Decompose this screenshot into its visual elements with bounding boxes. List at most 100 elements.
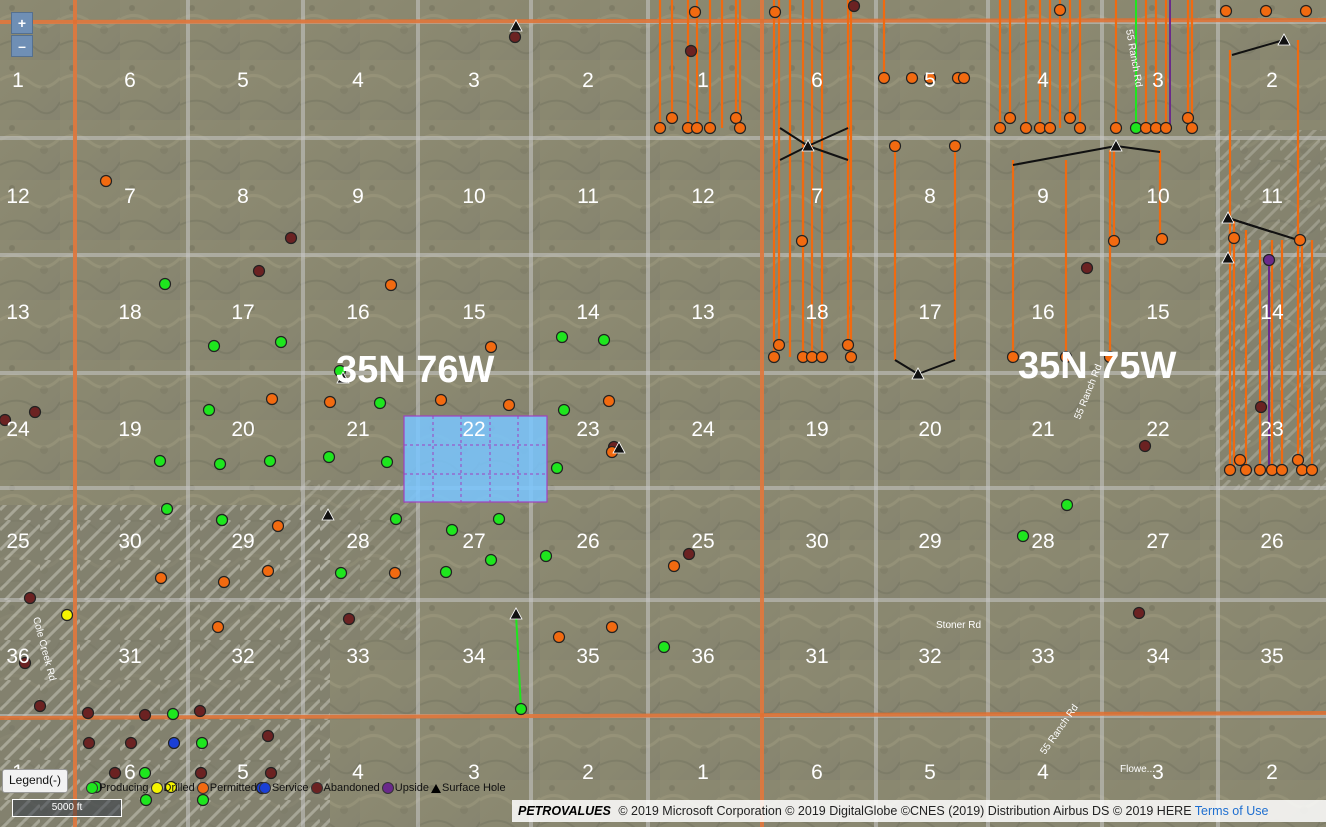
section-number: 10 <box>462 185 485 208</box>
legend-label: Producing <box>99 782 149 794</box>
well-marker <box>768 5 782 19</box>
well-marker <box>1043 121 1057 135</box>
well-marker <box>211 620 225 634</box>
well-marker <box>1149 121 1163 135</box>
producing-dot-icon <box>86 782 98 794</box>
well-marker <box>1138 439 1152 453</box>
section-number: 8 <box>237 185 249 208</box>
well-marker <box>81 706 95 720</box>
well-marker <box>1219 4 1233 18</box>
well-marker <box>166 707 180 721</box>
section-number: 1 <box>697 69 709 92</box>
well-marker <box>605 620 619 634</box>
well-marker <box>552 630 566 644</box>
zoom-in-button[interactable]: + <box>11 12 33 34</box>
section-number: 2 <box>582 69 594 92</box>
well-marker <box>492 512 506 526</box>
well-marker <box>138 766 152 780</box>
well-marker <box>1305 463 1319 477</box>
well-marker <box>1132 606 1146 620</box>
legend-item-surface-hole: Surface Hole <box>431 782 506 794</box>
section-number: 34 <box>1146 645 1170 668</box>
well-marker <box>847 0 861 13</box>
well-marker <box>388 566 402 580</box>
well-marker <box>844 350 858 364</box>
section-number: 17 <box>918 301 941 324</box>
section-number: 6 <box>811 69 823 92</box>
abandoned-dot-icon <box>310 782 323 794</box>
well-marker <box>439 565 453 579</box>
legend-bar: Producing Drilled Permitted Service Aban… <box>86 779 508 797</box>
well-marker <box>550 461 564 475</box>
legend-label: Abandoned <box>323 782 380 794</box>
section-number: 28 <box>346 530 369 553</box>
upside-dot-icon <box>381 782 394 794</box>
well-marker <box>1227 231 1241 245</box>
section-number: 33 <box>1031 645 1054 668</box>
section-number: 11 <box>577 185 599 208</box>
section-number: 31 <box>118 645 141 668</box>
well-marker <box>1006 350 1020 364</box>
section-number: 27 <box>462 530 485 553</box>
section-number: 6 <box>811 761 823 784</box>
well-marker <box>434 393 448 407</box>
section-number: 13 <box>6 301 29 324</box>
well-marker <box>653 121 667 135</box>
well-marker <box>1293 233 1307 247</box>
road-label-flowe: Flowe... <box>1120 764 1155 775</box>
well-marker <box>688 5 702 19</box>
well-marker <box>597 333 611 347</box>
well-marker <box>1259 4 1273 18</box>
well-marker <box>261 564 275 578</box>
well-marker <box>1185 121 1199 135</box>
legend-item-upside: Upside <box>381 782 429 794</box>
section-number: 4 <box>1037 761 1049 784</box>
well-marker <box>1275 463 1289 477</box>
section-number: 35 <box>1260 645 1283 668</box>
well-marker <box>772 338 786 352</box>
well-marker <box>665 111 679 125</box>
section-number: 19 <box>118 418 141 441</box>
well-marker <box>1223 463 1237 477</box>
attribution-text: © 2019 Microsoft Corporation © 2019 Digi… <box>618 804 1192 818</box>
section-number: 30 <box>805 530 828 553</box>
section-number: 20 <box>231 418 254 441</box>
legend-label: Drilled <box>163 782 195 794</box>
section-number: 3 <box>468 69 480 92</box>
well-marker <box>1254 400 1268 414</box>
well-marker <box>1181 111 1195 125</box>
well-marker <box>555 330 569 344</box>
well-marker <box>23 591 37 605</box>
well-marker <box>841 338 855 352</box>
section-number: 33 <box>346 645 369 668</box>
terms-of-use-link[interactable]: Terms of Use <box>1195 804 1269 818</box>
township-line <box>0 18 1326 24</box>
legend-item-producing: Producing <box>86 782 149 794</box>
well-marker <box>334 566 348 580</box>
section-number: 2 <box>582 761 594 784</box>
well-marker <box>690 121 704 135</box>
section-number: 27 <box>1146 530 1169 553</box>
well-marker <box>389 512 403 526</box>
well-marker <box>274 335 288 349</box>
well-marker <box>1139 121 1153 135</box>
section-number: 1 <box>697 761 709 784</box>
well-marker <box>667 559 681 573</box>
petrovalues-logo: PETROVALUES <box>518 804 611 818</box>
section-number: 32 <box>231 645 254 668</box>
zoom-out-button[interactable]: – <box>11 35 33 57</box>
section-number: 1 <box>12 69 24 92</box>
township-label-76w: 35N 76W <box>336 349 495 391</box>
map-canvas[interactable]: 1 6 5 4 3 2 1 6 5 4 3 212 7 8 9 10 11 12 7 8 9 10 1113 18 17 16 15… <box>0 0 1326 827</box>
section-number: 36 <box>691 645 714 668</box>
section-number: 24 <box>6 418 30 441</box>
well-marker <box>539 549 553 563</box>
section-number: 8 <box>924 185 936 208</box>
section-number: 24 <box>691 418 715 441</box>
well-marker <box>271 519 285 533</box>
well-marker <box>1109 121 1123 135</box>
legend-item-permitted: Permitted <box>196 782 257 794</box>
legend-toggle-button[interactable]: Legend(-) <box>2 769 69 793</box>
well-marker <box>703 121 717 135</box>
well-marker <box>1033 121 1047 135</box>
